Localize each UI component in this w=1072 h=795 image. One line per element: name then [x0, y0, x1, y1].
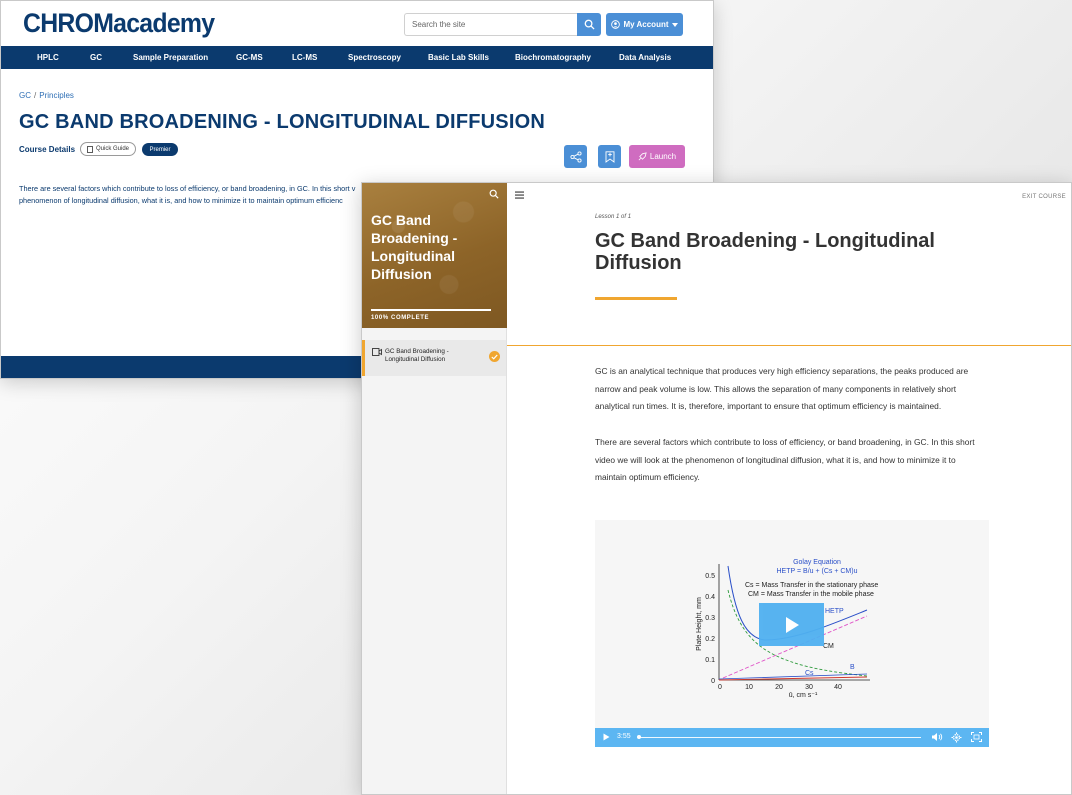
- lesson-title: GC Band Broadening - Longitudinal Diffus…: [595, 230, 935, 274]
- main-nav: HPLC GC Sample Preparation GC-MS LC-MS S…: [1, 46, 713, 69]
- label-b: B: [850, 664, 855, 671]
- nav-item-basic-lab-skills[interactable]: Basic Lab Skills: [428, 53, 489, 62]
- document-icon: [87, 145, 93, 153]
- x-tick-2: 20: [775, 684, 783, 691]
- sidebar-lesson-item[interactable]: GC Band Broadening - Longitudinal Diffus…: [362, 340, 506, 376]
- nav-item-biochromatography[interactable]: Biochromatography: [515, 53, 591, 62]
- my-account-button[interactable]: My Account: [606, 13, 683, 36]
- rocket-icon: [638, 152, 647, 161]
- my-account-label: My Account: [623, 20, 669, 29]
- gear-icon[interactable]: [951, 732, 962, 743]
- video-player[interactable]: 0 0.1 0.2 0.3 0.4 0.5 0 10 20 30 40 Plat…: [595, 520, 989, 747]
- quick-guide-button[interactable]: Quick Guide: [80, 142, 136, 156]
- breadcrumb: GC / Principles: [19, 91, 74, 100]
- complete-check-icon: [489, 351, 500, 362]
- x-tick-0: 0: [718, 684, 722, 691]
- y-tick-1: 0.1: [705, 657, 715, 664]
- search-button[interactable]: [577, 13, 601, 36]
- y-tick-3: 0.3: [705, 615, 715, 622]
- y-tick-0: 0: [711, 678, 715, 685]
- site-intro-line-2: phenomenon of longitudinal diffusion, wh…: [19, 196, 343, 205]
- nav-item-lc-ms[interactable]: LC-MS: [292, 53, 317, 62]
- share-button[interactable]: [564, 145, 587, 168]
- video-scrub-handle[interactable]: [637, 735, 641, 739]
- video-icon: [372, 348, 382, 356]
- lesson-paragraph-2: There are several factors which contribu…: [595, 437, 975, 482]
- fullscreen-icon[interactable]: [971, 732, 982, 742]
- nav-item-gc[interactable]: GC: [90, 53, 102, 62]
- label-cm: CM: [823, 643, 834, 650]
- page-title: GC BAND BROADENING - LONGITUDINAL DIFFUS…: [19, 111, 545, 133]
- title-underline: [595, 297, 677, 300]
- chart-title: Golay Equation: [793, 559, 841, 566]
- nav-item-hplc[interactable]: HPLC: [37, 53, 59, 62]
- y-tick-2: 0.2: [705, 636, 715, 643]
- lesson-paragraph-1: GC is an analytical technique that produ…: [595, 366, 969, 411]
- play-icon[interactable]: [603, 733, 610, 741]
- breadcrumb-principles[interactable]: Principles: [39, 91, 74, 100]
- nav-item-data-analysis[interactable]: Data Analysis: [619, 53, 671, 62]
- search-icon: [584, 19, 595, 30]
- y-tick-5: 0.5: [705, 573, 715, 580]
- chart-xlabel: ū, cm s⁻¹: [789, 692, 818, 699]
- nav-item-spectroscopy[interactable]: Spectroscopy: [348, 53, 401, 62]
- course-details-label: Course Details: [19, 145, 76, 154]
- site-search: [404, 13, 601, 36]
- course-hero: GC Band Broadening - Longitudinal Diffus…: [362, 183, 507, 328]
- y-tick-4: 0.4: [705, 594, 715, 601]
- caret-down-icon: [671, 22, 678, 27]
- site-header: CHROMacademy My Account: [1, 1, 713, 46]
- share-icon: [569, 150, 582, 163]
- site-intro-text: There are several factors which contribu…: [19, 183, 365, 207]
- header-divider: [507, 345, 1071, 346]
- sidebar-lesson-label: GC Band Broadening - Longitudinal Diffus…: [385, 348, 449, 363]
- volume-icon[interactable]: [931, 732, 943, 742]
- video-time: 3:55: [617, 733, 631, 740]
- exit-course-link[interactable]: EXIT COURSE: [1022, 194, 1066, 200]
- video-progress-track[interactable]: [639, 737, 921, 738]
- x-tick-1: 10: [745, 684, 753, 691]
- nav-item-gc-ms[interactable]: GC-MS: [236, 53, 263, 62]
- site-intro-line-1: There are several factors which contribu…: [19, 184, 356, 193]
- lesson-content: EXIT COURSE Lesson 1 of 1 GC Band Broade…: [507, 183, 1071, 794]
- progress-bar: [371, 309, 491, 311]
- breadcrumb-gc[interactable]: GC: [19, 91, 31, 100]
- bookmark-icon: [605, 150, 614, 163]
- chart-ylabel: Plate Height, mm: [696, 597, 703, 651]
- chart-legend-cm: CM = Mass Transfer in the mobile phase: [748, 591, 874, 598]
- play-icon: [785, 616, 799, 633]
- user-icon: [611, 20, 621, 29]
- nav-item-sample-preparation[interactable]: Sample Preparation: [133, 53, 208, 62]
- quick-guide-label: Quick Guide: [95, 146, 129, 152]
- label-cs: Cs: [805, 670, 814, 677]
- lesson-counter: Lesson 1 of 1: [595, 214, 632, 220]
- premier-badge: Premier: [142, 143, 178, 156]
- course-player-window: GC Band Broadening - Longitudinal Diffus…: [361, 182, 1072, 795]
- x-tick-4: 40: [834, 684, 842, 691]
- search-input[interactable]: [404, 13, 577, 36]
- progress-label: 100% COMPLETE: [371, 315, 430, 321]
- course-sidebar: GC Band Broadening - Longitudinal Diffus…: [362, 183, 507, 794]
- video-controls: 3:55: [595, 728, 989, 747]
- video-play-button[interactable]: [759, 603, 824, 646]
- sidebar-course-title: GC Band Broadening - Longitudinal Diffus…: [371, 212, 458, 282]
- launch-label: Launch: [649, 152, 677, 161]
- search-icon[interactable]: [489, 189, 499, 199]
- bookmark-button[interactable]: [598, 145, 621, 168]
- label-hetp: HETP: [825, 608, 844, 615]
- chart-legend-cs: Cs = Mass Transfer in the stationary pha…: [745, 582, 878, 589]
- chart-equation: HETP = B/u + (Cs + CM)u: [777, 568, 858, 575]
- x-tick-3: 30: [805, 684, 813, 691]
- launch-button[interactable]: Launch: [629, 145, 685, 168]
- hamburger-menu-icon[interactable]: [515, 191, 524, 199]
- site-logo[interactable]: CHROMacademy: [23, 8, 215, 39]
